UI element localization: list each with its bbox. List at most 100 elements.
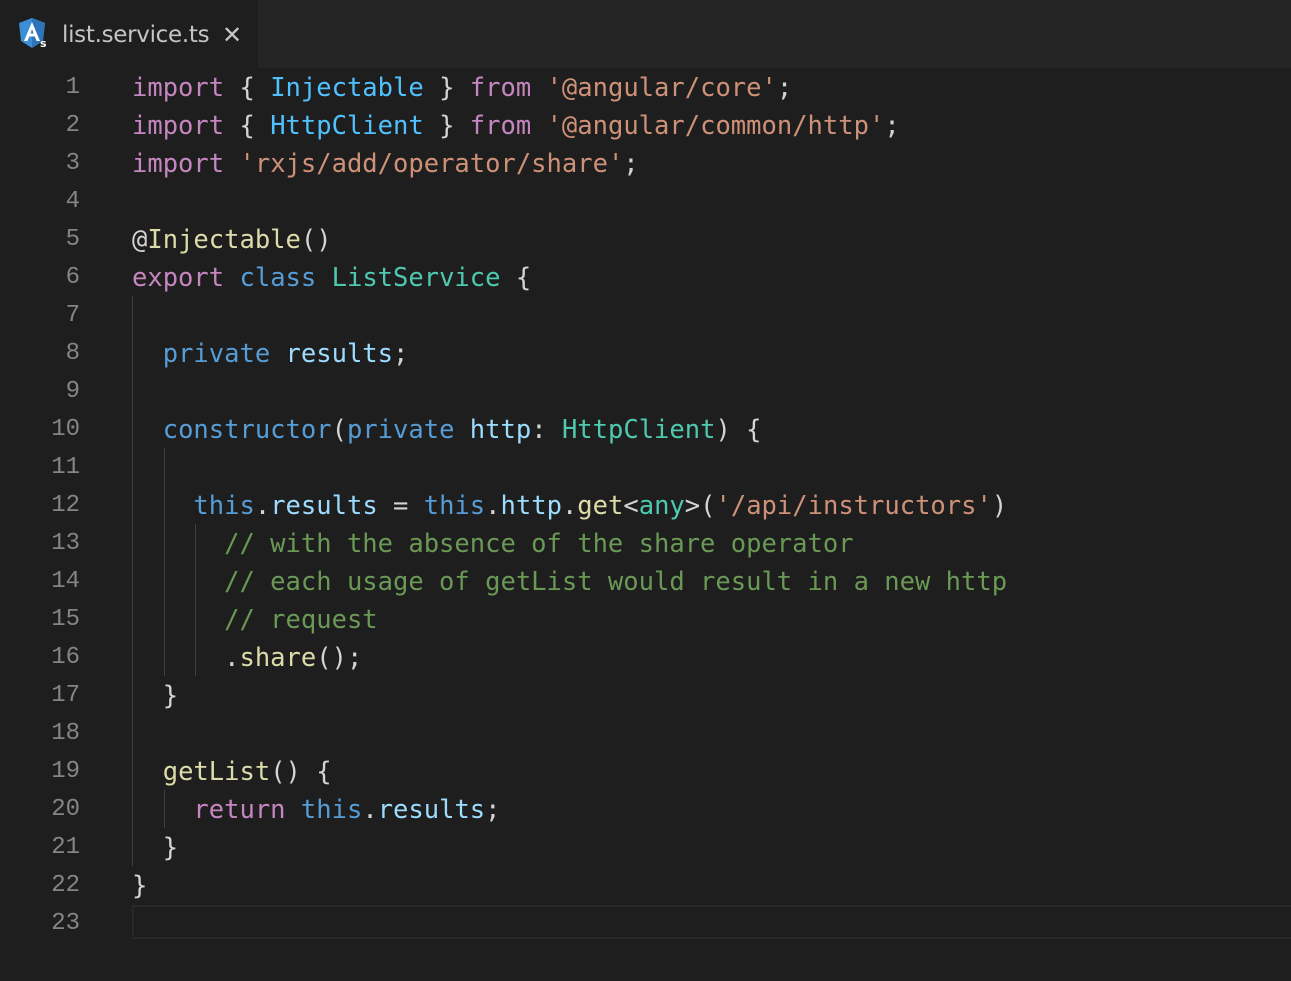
indent-guide <box>195 524 196 676</box>
tab-title: list.service.ts <box>62 22 210 48</box>
code-token: export <box>132 263 225 293</box>
close-icon[interactable]: ✕ <box>220 18 244 52</box>
code-token: . <box>561 491 578 521</box>
code-token: { <box>500 263 532 293</box>
line-number: 17 <box>51 682 80 709</box>
code-token: constructor <box>162 415 332 445</box>
line-number: 13 <box>51 530 80 557</box>
code-token: any <box>638 491 685 521</box>
code-line[interactable]: import { Injectable } from '@angular/cor… <box>132 69 792 107</box>
code-line[interactable]: // request <box>132 601 378 639</box>
code-line[interactable]: import 'rxjs/add/operator/share'; <box>132 145 639 183</box>
code-line[interactable]: private results; <box>132 335 409 373</box>
code-token: private <box>346 415 455 445</box>
code-token: HttpClient <box>270 111 424 141</box>
tab-bar: s list.service.ts ✕ <box>0 0 1291 68</box>
line-number: 14 <box>51 568 80 595</box>
line-number: 23 <box>51 910 80 937</box>
code-token: results <box>377 795 486 825</box>
code-token: >( <box>684 491 716 521</box>
line-number: 1 <box>65 74 80 101</box>
code-token: . <box>362 795 378 825</box>
code-token: ) <box>991 491 1008 521</box>
code-token: get <box>577 491 624 521</box>
line-number: 22 <box>51 872 80 899</box>
code-token: // request <box>224 605 378 635</box>
line-number: 12 <box>51 492 80 519</box>
code-token: import <box>132 111 225 141</box>
code-line[interactable]: getList() { <box>132 753 332 791</box>
code-token: (); <box>316 643 363 673</box>
code-token: ; <box>485 795 501 825</box>
code-token: ( <box>331 415 347 445</box>
line-number: 18 <box>51 720 80 747</box>
line-number: 15 <box>51 606 80 633</box>
code-token: http <box>469 415 532 445</box>
code-line[interactable]: } <box>132 867 147 905</box>
code-token: import <box>132 149 225 179</box>
code-token: = <box>377 491 424 521</box>
code-token: . <box>132 643 240 673</box>
code-line[interactable]: import { HttpClient } from '@angular/com… <box>132 107 900 145</box>
code-token: ; <box>393 339 409 369</box>
line-number: 2 <box>65 112 80 139</box>
code-token: } <box>132 681 179 711</box>
code-token: this <box>423 491 486 521</box>
tab-list-service[interactable]: s list.service.ts ✕ <box>0 0 258 68</box>
code-token: class <box>239 263 317 293</box>
code-token: . <box>254 491 271 521</box>
code-token: Injectable <box>147 225 301 255</box>
code-token: { <box>224 111 271 141</box>
line-number: 3 <box>65 150 80 177</box>
current-line-highlight <box>132 905 1291 939</box>
code-token: results <box>285 339 394 369</box>
code-token: from <box>469 111 532 141</box>
angular-icon: s <box>19 18 47 49</box>
code-token: { <box>224 73 271 103</box>
code-line[interactable]: @Injectable() <box>132 221 332 259</box>
indent-guide <box>164 790 165 828</box>
code-token: results <box>270 491 378 521</box>
code-token: } <box>423 73 470 103</box>
code-token: import <box>132 73 225 103</box>
code-token: : <box>531 415 562 445</box>
code-token: ListService <box>331 263 501 293</box>
code-token: } <box>132 833 179 863</box>
code-token: this <box>300 795 363 825</box>
code-token: private <box>162 339 271 369</box>
code-editor[interactable]: 1 2 3 4 5 6 7 8 9 10 11 12 13 14 15 16 17 18 19 20 21 22 23 im… <box>0 68 1291 981</box>
code-line[interactable]: .share(); <box>132 639 362 677</box>
code-token: } <box>132 871 148 901</box>
code-token: getList <box>162 757 271 787</box>
code-line[interactable]: export class ListService { <box>132 259 531 297</box>
code-token: this <box>193 491 255 521</box>
code-token: return <box>193 795 286 825</box>
code-token: ; <box>623 149 639 179</box>
code-line[interactable]: this.results = this.http.get<any>('/api/… <box>132 487 1007 525</box>
code-line[interactable]: } <box>132 829 178 867</box>
code-line[interactable]: return this.results; <box>132 791 501 829</box>
code-line[interactable]: // each usage of getList would result in… <box>132 563 1007 601</box>
code-line[interactable]: constructor(private http: HttpClient) { <box>132 411 762 449</box>
line-number: 7 <box>65 302 80 329</box>
code-line[interactable]: // with the absence of the share operato… <box>132 525 853 563</box>
code-token: < <box>623 491 639 521</box>
code-token: ; <box>776 73 793 103</box>
code-line[interactable]: } <box>132 677 178 715</box>
line-number: 4 <box>65 188 80 215</box>
code-token: Injectable <box>270 73 424 103</box>
code-token: http <box>500 491 562 521</box>
code-token: '@angular/common/http' <box>546 111 885 141</box>
line-number: 8 <box>65 340 80 367</box>
line-number: 9 <box>65 378 80 405</box>
